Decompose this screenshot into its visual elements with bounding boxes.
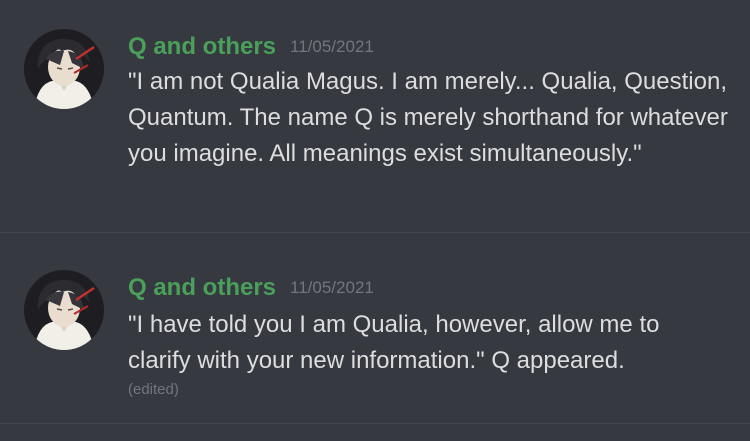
avatar-icon bbox=[24, 270, 104, 350]
avatar[interactable] bbox=[24, 270, 104, 350]
edited-indicator: (edited) bbox=[128, 381, 179, 398]
message-header: Q and others 11/05/2021 bbox=[128, 276, 374, 300]
message-content: "I am not Qualia Magus. I am merely... Q… bbox=[128, 68, 728, 167]
avatar[interactable] bbox=[24, 29, 104, 109]
timestamp: 11/05/2021 bbox=[290, 278, 374, 297]
message[interactable]: Q and others 11/05/2021 "I am not Qualia … bbox=[0, 0, 750, 232]
chat-message-list: Q and others 11/05/2021 "I am not Qualia … bbox=[0, 0, 750, 441]
message-divider bbox=[0, 423, 750, 424]
message-header: Q and others 11/05/2021 bbox=[128, 35, 374, 59]
message[interactable]: Q and others 11/05/2021 "I have told you … bbox=[0, 233, 750, 423]
username[interactable]: Q and others bbox=[128, 274, 276, 301]
avatar-icon bbox=[24, 29, 104, 109]
username[interactable]: Q and others bbox=[128, 33, 276, 60]
timestamp: 11/05/2021 bbox=[290, 37, 374, 56]
message-content: "I have told you I am Qualia, however, a… bbox=[128, 311, 660, 374]
